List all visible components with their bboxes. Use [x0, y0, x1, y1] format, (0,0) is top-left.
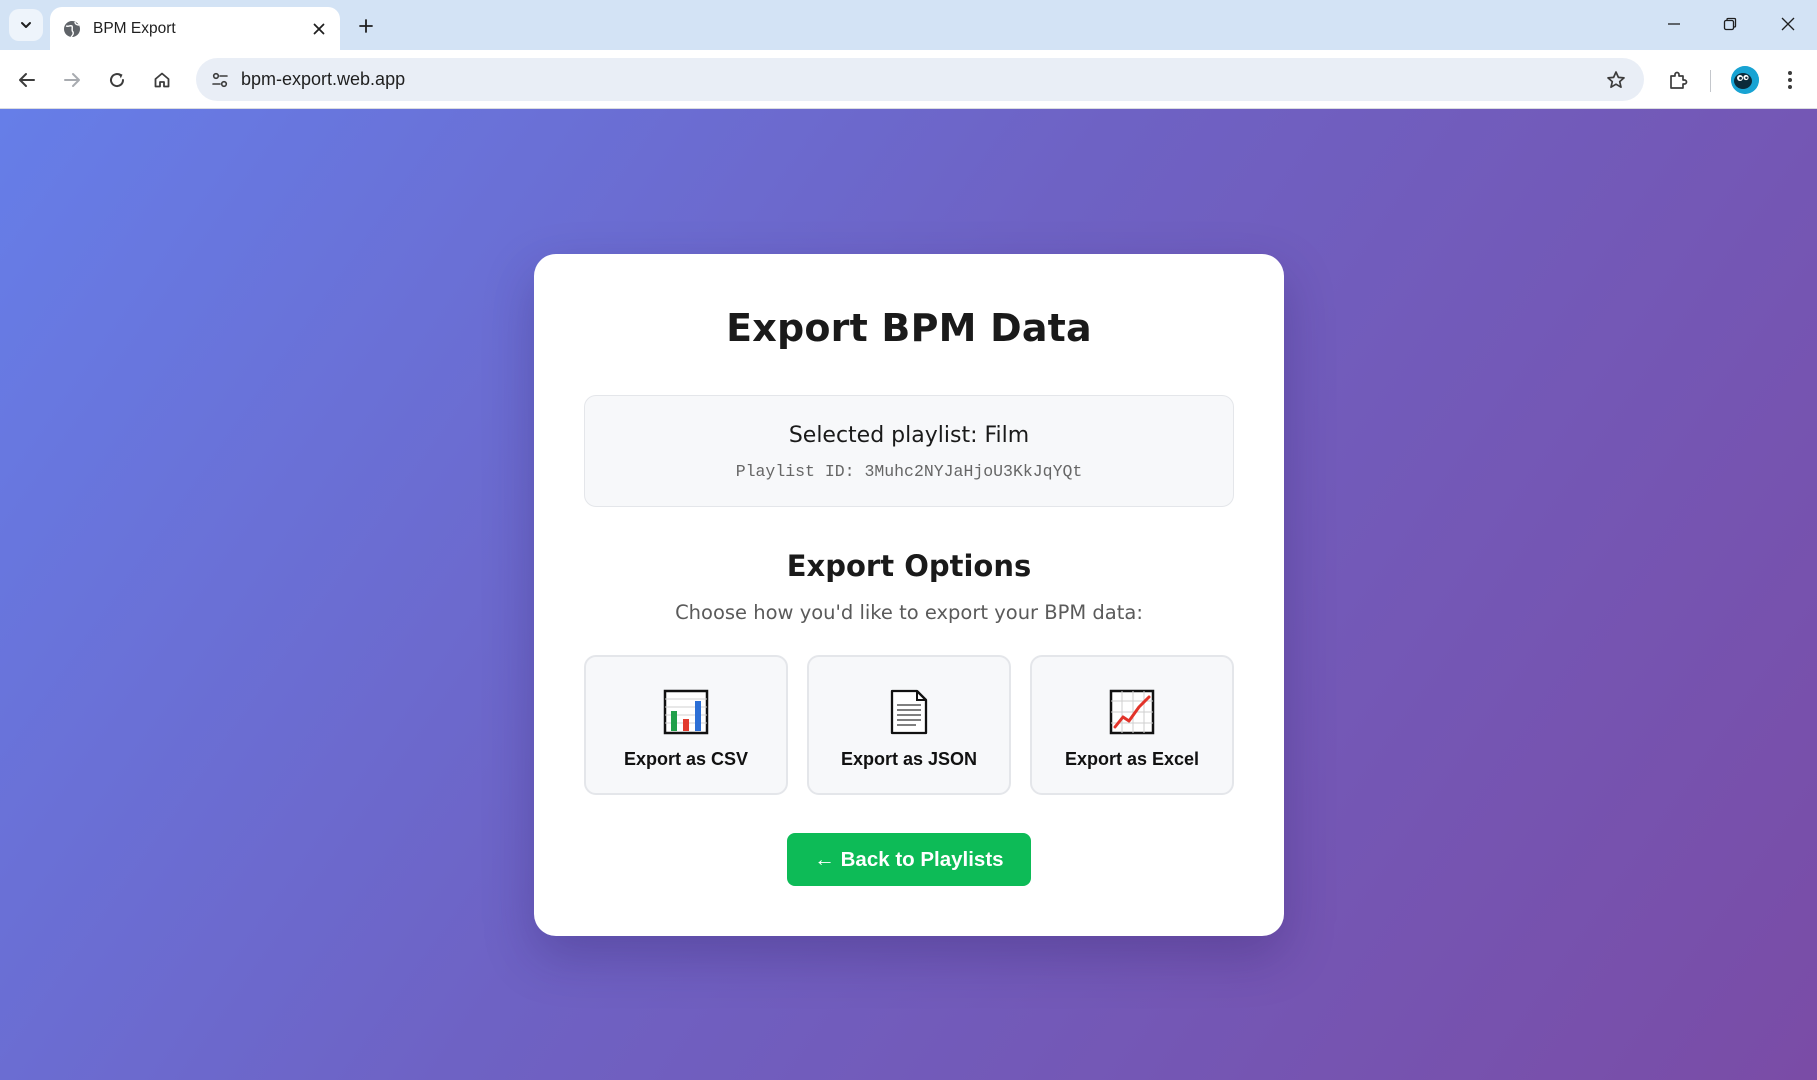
- tune-icon: [212, 72, 228, 88]
- page-background: Export BPM Data Selected playlist: Film …: [0, 109, 1817, 1080]
- document-icon: [890, 689, 928, 735]
- plus-icon: [359, 19, 373, 33]
- url-text[interactable]: bpm-export.web.app: [241, 69, 405, 90]
- tab-search-button[interactable]: [9, 9, 43, 41]
- restore-icon: [1723, 17, 1737, 31]
- tab-bar: BPM Export: [0, 0, 1817, 50]
- profile-avatar[interactable]: [1731, 66, 1759, 94]
- chevron-down-icon: [21, 22, 31, 28]
- bookmark-button[interactable]: [1602, 66, 1630, 94]
- restore-button[interactable]: [1710, 8, 1750, 40]
- home-button[interactable]: [144, 62, 180, 98]
- export-options-subtitle: Choose how you'd like to export your BPM…: [675, 601, 1143, 624]
- export-json-label: Export as JSON: [840, 749, 978, 769]
- bar-chart-icon: [663, 689, 709, 735]
- selected-playlist-label: Selected playlist: Film: [788, 423, 1030, 448]
- export-json-button[interactable]: Export as JSON: [807, 655, 1011, 795]
- minimize-button[interactable]: [1654, 8, 1694, 40]
- star-icon: [1607, 71, 1625, 89]
- export-card: Export BPM Data Selected playlist: Film …: [534, 254, 1284, 936]
- reload-icon: [110, 73, 125, 88]
- close-icon: [1781, 17, 1795, 31]
- tab-close-button[interactable]: [308, 18, 330, 40]
- close-window-button[interactable]: [1768, 8, 1808, 40]
- export-options-title: Export Options: [786, 549, 1032, 583]
- export-excel-button[interactable]: Export as Excel: [1030, 655, 1234, 795]
- address-bar[interactable]: bpm-export.web.app: [196, 58, 1644, 101]
- home-icon: [154, 72, 170, 88]
- reload-button[interactable]: [99, 62, 135, 98]
- kebab-menu-icon: [1788, 71, 1792, 89]
- export-excel-label: Export as Excel: [1064, 749, 1200, 769]
- export-csv-button[interactable]: Export as CSV: [584, 655, 788, 795]
- close-icon: [313, 23, 325, 35]
- export-options-grid: Export as CSV Export as JSON Export as E…: [584, 655, 1234, 795]
- puzzle-icon: [1670, 71, 1688, 89]
- playlist-info-box: Selected playlist: Film Playlist ID: 3Mu…: [584, 395, 1234, 507]
- new-tab-button[interactable]: [352, 12, 380, 40]
- browser-menu-button[interactable]: [1772, 62, 1808, 98]
- export-csv-label: Export as CSV: [623, 749, 749, 769]
- extensions-button[interactable]: [1660, 62, 1696, 98]
- arrow-left-icon: [19, 73, 35, 87]
- playlist-id-label: Playlist ID: 3Muhc2NYJaHjoU3KkJqYQt: [735, 462, 1083, 481]
- browser-toolbar: bpm-export.web.app: [0, 50, 1817, 109]
- site-info-button[interactable]: [204, 64, 236, 96]
- browser-tab[interactable]: BPM Export: [50, 7, 340, 50]
- minimize-icon: [1668, 23, 1680, 25]
- forward-nav-button[interactable]: [54, 62, 90, 98]
- line-chart-icon: [1109, 689, 1155, 735]
- back-to-playlists-button[interactable]: ← Back to Playlists: [787, 833, 1031, 886]
- page-title: Export BPM Data: [726, 306, 1092, 350]
- toolbar-divider: [1710, 70, 1711, 92]
- tab-title: BPM Export: [93, 19, 176, 37]
- globe-icon: [62, 19, 82, 39]
- avatar-icon: [1731, 66, 1759, 94]
- arrow-right-icon: [64, 73, 80, 87]
- back-nav-button[interactable]: [9, 62, 45, 98]
